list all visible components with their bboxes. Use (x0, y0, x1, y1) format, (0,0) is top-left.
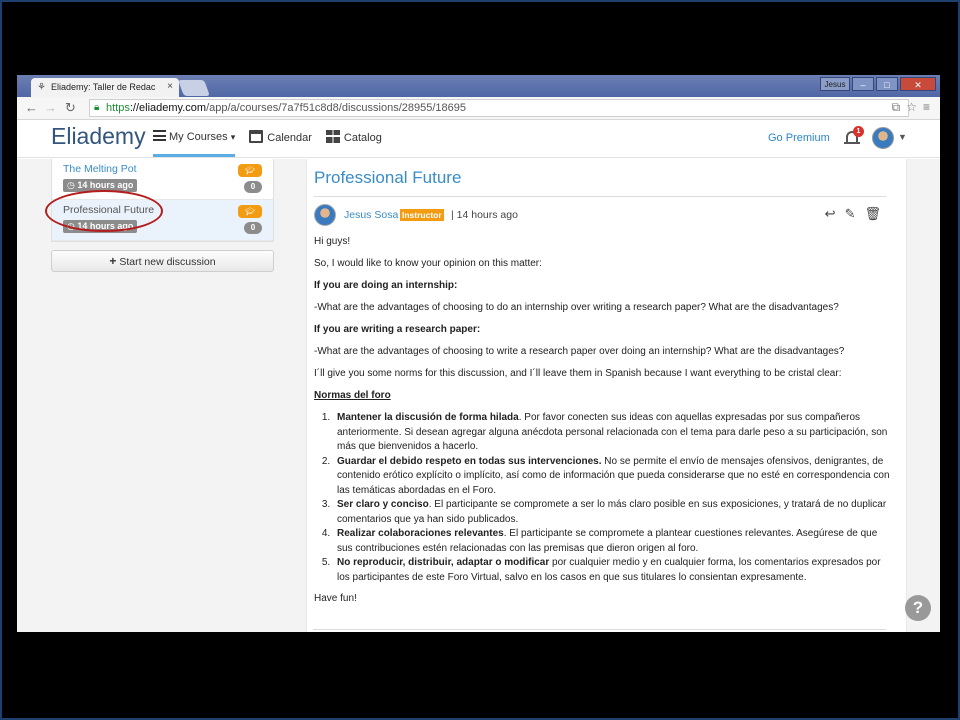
rules-title: Normas del foro (314, 390, 391, 401)
post-closing: Have fun! (314, 593, 357, 604)
reply-icon[interactable]: ↩ (825, 206, 836, 222)
rules-list: Mantener la discusión de forma hilada. P… (333, 411, 894, 585)
tab-close-icon[interactable]: × (167, 81, 173, 92)
bookmark-star-icon[interactable]: ☆ (906, 100, 917, 115)
discussion-panel: Professional Future Jesus Sosa Instructo… (306, 159, 907, 632)
post-paragraph: Hi guys! (314, 236, 351, 247)
window-controls: Jesus – □ ✕ (820, 77, 936, 91)
post-heading: If you are doing an internship: (314, 280, 458, 291)
list-item: Realizar colaboraciones relevantes. El p… (333, 527, 894, 556)
main-menu: My Courses ▾ Calendar Catalog (153, 130, 382, 157)
menu-calendar-label: Calendar (267, 132, 312, 144)
post-paragraph: I´ll give you some norms for this discus… (314, 368, 842, 379)
close-window-button[interactable]: ✕ (900, 77, 936, 91)
url-host: ://eliademy.com (129, 102, 207, 114)
browser-window: ⚘ Eliademy: Taller de Redac × Jesus – □ … (17, 75, 940, 632)
translate-icon[interactable]: ⧉ (892, 100, 901, 115)
new-tab-button[interactable] (178, 80, 210, 96)
notifications-bell-icon[interactable]: 1 (844, 126, 864, 146)
reply-box-edge (313, 629, 886, 632)
back-arrow-icon[interactable]: ← (25, 100, 38, 115)
post-actions: ↩ ✎ 🗑︎ (825, 206, 881, 222)
discussion-title: Professional Future (314, 168, 886, 197)
graduation-cap-icon: 🎓︎ (238, 205, 262, 218)
instructor-badge: Instructor (400, 209, 444, 221)
plus-icon: + (109, 254, 117, 268)
post-body: Hi guys! So, I would like to know your o… (314, 235, 894, 614)
calendar-icon (249, 130, 264, 143)
hamburger-icon (153, 130, 166, 141)
trash-icon[interactable]: 🗑︎ (864, 206, 881, 222)
author-avatar[interactable] (314, 204, 336, 226)
browser-user-button[interactable]: Jesus (820, 77, 850, 91)
notification-count-badge: 1 (853, 126, 864, 137)
url-path: /app/a/courses/7a7f51c8d8/discussions/28… (206, 102, 466, 114)
lock-icon: 🔒︎ (94, 102, 100, 113)
post-paragraph: So, I would like to know your opinion on… (314, 258, 542, 269)
list-item: Mantener la discusión de forma hilada. P… (333, 411, 894, 455)
user-avatar[interactable] (872, 127, 894, 149)
list-item: No reproducir, distribuir, adaptar o mod… (333, 556, 894, 585)
menu-calendar[interactable]: Calendar (249, 130, 312, 144)
browser-tab[interactable]: ⚘ Eliademy: Taller de Redac × (31, 78, 179, 97)
slide-frame: ⚘ Eliademy: Taller de Redac × Jesus – □ … (0, 0, 960, 720)
menu-catalog-label: Catalog (343, 132, 382, 144)
discussion-sidebar: The Melting Pot ◷ 14 hours ago 🎓︎ 0 Prof… (17, 159, 307, 632)
post-paragraph: -What are the advantages of choosing to … (314, 302, 839, 313)
edit-icon[interactable]: ✎ (845, 206, 856, 222)
reload-icon[interactable]: ↻ (65, 100, 76, 116)
go-premium-link[interactable]: Go Premium (768, 132, 830, 144)
chevron-down-icon: ▾ (230, 132, 236, 142)
post-paragraph: -What are the advantages of choosing to … (314, 346, 845, 357)
address-bar: ← → ↻ 🔒︎ https://eliademy.com/app/a/cour… (17, 97, 940, 120)
list-item: Guardar el debido respeto en todas sus i… (333, 455, 894, 499)
reply-count-badge: 0 (244, 181, 262, 193)
user-menu-chevron-icon[interactable]: ▼ (898, 132, 907, 142)
app-header: Eliademy My Courses ▾ Calendar Catalog G… (17, 120, 940, 158)
post-time: | 14 hours ago (451, 209, 518, 221)
minimize-button[interactable]: – (852, 77, 874, 91)
menu-my-courses[interactable]: My Courses ▾ (153, 130, 236, 157)
red-highlight-circle (45, 190, 163, 232)
url-field[interactable]: 🔒︎ https://eliademy.com/app/a/courses/7a… (89, 99, 909, 117)
grid-icon (325, 130, 340, 143)
eliademy-logo[interactable]: Eliademy (51, 123, 146, 150)
menu-my-courses-label: My Courses (169, 131, 228, 143)
browser-titlebar: ⚘ Eliademy: Taller de Redac × Jesus – □ … (17, 75, 940, 97)
list-item: Ser claro y conciso. El participante se … (333, 498, 894, 527)
page-content: The Melting Pot ◷ 14 hours ago 🎓︎ 0 Prof… (17, 159, 940, 632)
graduation-cap-icon: 🎓︎ (238, 164, 262, 177)
reply-count-badge: 0 (244, 222, 262, 234)
forward-arrow-icon[interactable]: → (44, 100, 57, 115)
post-header: Jesus Sosa Instructor | 14 hours ago ↩ ✎… (314, 204, 886, 226)
help-icon[interactable]: ? (905, 595, 931, 621)
eliademy-favicon-icon: ⚘ (37, 82, 46, 93)
menu-catalog[interactable]: Catalog (325, 130, 382, 144)
tab-title: Eliademy: Taller de Redac (51, 82, 156, 92)
address-bar-actions: ⧉ ☆ ≡ (892, 100, 930, 115)
url-scheme: https (106, 102, 130, 114)
start-new-discussion-button[interactable]: + Start new discussion (51, 250, 274, 272)
post-heading: If you are writing a research paper: (314, 324, 481, 335)
maximize-button[interactable]: □ (876, 77, 898, 91)
author-name[interactable]: Jesus Sosa (344, 209, 398, 221)
chrome-menu-icon[interactable]: ≡ (923, 100, 930, 115)
